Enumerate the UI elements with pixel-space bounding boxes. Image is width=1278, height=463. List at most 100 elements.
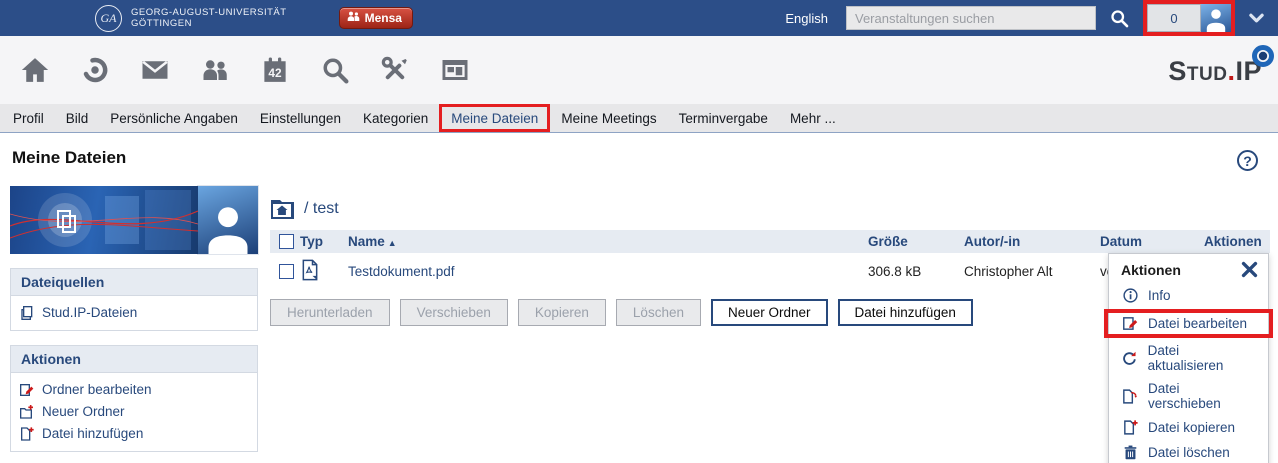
calendar-number: 42 [268, 66, 282, 80]
folder-edit-icon [19, 382, 35, 398]
file-edit-icon [1122, 315, 1139, 332]
profile-avatar [198, 186, 258, 254]
tab-einstellungen[interactable]: Einstellungen [249, 104, 352, 132]
notification-counter[interactable]: 0 [1147, 4, 1201, 32]
studip-logo-prefix: Stud [1168, 56, 1227, 86]
nav-tools-button[interactable] [365, 36, 425, 104]
studip-spiral-icon [1250, 43, 1276, 69]
mail-icon [140, 55, 170, 85]
file-size-cell: 306.8 kB [868, 264, 964, 279]
close-menu-button[interactable] [1241, 261, 1258, 278]
person-icon [1203, 6, 1229, 32]
column-typ[interactable]: Typ [300, 234, 348, 249]
file-add-icon [19, 426, 35, 442]
profile-tab-bar: Profil Bild Persönliche Angaben Einstell… [0, 104, 1278, 133]
university-seal-logo: GA [95, 5, 122, 32]
nav-community-button[interactable] [185, 36, 245, 104]
select-all-checkbox[interactable] [279, 234, 294, 249]
menu-item-label: Datei löschen [1148, 445, 1230, 460]
folder-add-icon [19, 404, 35, 420]
menu-item-info[interactable]: Info [1109, 283, 1268, 308]
copy-button[interactable]: Kopieren [518, 299, 606, 326]
column-name-label: Name [348, 234, 385, 249]
main-navigation-bar: 42 Stud.IP [0, 36, 1278, 104]
tab-meine-meetings[interactable]: Meine Meetings [550, 104, 667, 132]
annotation-box-user-area: 0 [1143, 0, 1235, 36]
search-input[interactable] [846, 6, 1096, 30]
person-icon [202, 202, 254, 254]
tab-kategorien[interactable]: Kategorien [352, 104, 439, 132]
sidebar-section-title: Dateiquellen [11, 269, 257, 296]
menu-item-label: Datei aktualisieren [1148, 343, 1256, 373]
tab-persoenliche-angaben[interactable]: Persönliche Angaben [99, 104, 249, 132]
home-folder-icon[interactable] [270, 198, 296, 220]
column-autor[interactable]: Autor/-in [964, 234, 1100, 249]
sidebar-item-label: Stud.IP-Dateien [42, 302, 137, 324]
course-spiral-icon [80, 55, 110, 85]
column-groesse[interactable]: Größe [868, 234, 964, 249]
column-aktionen: Aktionen [1204, 234, 1274, 249]
menu-item-datei-verschieben[interactable]: Datei verschieben [1109, 377, 1268, 415]
move-button[interactable]: Verschieben [400, 299, 508, 326]
sidebar-item-label: Neuer Ordner [42, 401, 125, 423]
sidebar-item-label: Ordner bearbeiten [42, 379, 152, 401]
tab-bild[interactable]: Bild [55, 104, 100, 132]
sort-asc-icon: ▲ [388, 238, 397, 248]
menu-item-datei-bearbeiten[interactable]: Datei bearbeiten [1104, 309, 1273, 338]
file-name-link[interactable]: Testdokument.pdf [348, 264, 868, 279]
download-button[interactable]: Herunterladen [270, 299, 390, 326]
tab-terminvergabe[interactable]: Terminvergabe [668, 104, 779, 132]
add-file-button[interactable]: Datei hinzufügen [838, 299, 973, 326]
sidebar-item-datei-hinzufuegen[interactable]: Datei hinzufügen [19, 423, 249, 445]
community-icon [200, 55, 230, 85]
file-move-icon [1121, 388, 1138, 405]
language-switch-link[interactable]: English [785, 11, 828, 26]
university-name: GEORG-AUGUST-UNIVERSITÄT GÖTTINGEN [131, 7, 287, 29]
banner-decoration [10, 186, 198, 254]
sidebar-item-ordner-bearbeiten[interactable]: Ordner bearbeiten [19, 379, 249, 401]
delete-button[interactable]: Löschen [616, 299, 701, 326]
breadcrumb-path[interactable]: / test [304, 200, 339, 218]
nav-home-button[interactable] [5, 36, 65, 104]
pdf-icon [300, 259, 320, 281]
breadcrumb: / test [270, 196, 1270, 222]
mensa-button[interactable]: Mensa [339, 7, 413, 29]
close-icon [1241, 261, 1258, 278]
studip-logo: Stud.IP [1168, 56, 1262, 87]
nav-bulletin-board-button[interactable] [425, 36, 485, 104]
topbar-menu-toggle[interactable] [1249, 13, 1264, 24]
user-avatar[interactable] [1201, 4, 1231, 32]
schedule-icon: 42 [260, 55, 290, 85]
menu-item-datei-kopieren[interactable]: Datei kopieren [1109, 415, 1268, 440]
column-name[interactable]: Name▲ [348, 234, 868, 249]
chevron-down-icon [1249, 13, 1264, 24]
refresh-icon [1121, 350, 1138, 367]
nav-courses-button[interactable] [65, 36, 125, 104]
sidebar: Dateiquellen Stud.IP-Dateien Aktionen Or… [10, 186, 258, 463]
file-author-cell[interactable]: Christopher Alt [964, 264, 1100, 279]
sidebar-item-studip-dateien[interactable]: Stud.IP-Dateien [19, 302, 249, 324]
help-button[interactable]: ? [1237, 150, 1258, 171]
file-type-cell [300, 259, 348, 284]
bulletin-board-icon [440, 55, 470, 85]
row-checkbox[interactable] [279, 264, 294, 279]
nav-search-button[interactable] [305, 36, 365, 104]
actions-dropdown-menu: Aktionen Info Datei bearbeiten Datei akt… [1108, 253, 1269, 463]
info-icon [1122, 287, 1139, 304]
nav-messages-button[interactable] [125, 36, 185, 104]
tab-mehr[interactable]: Mehr ... [779, 104, 847, 132]
nav-schedule-button[interactable]: 42 [245, 36, 305, 104]
sidebar-item-neuer-ordner[interactable]: Neuer Ordner [19, 401, 249, 423]
tab-meine-dateien[interactable]: Meine Dateien [439, 104, 550, 132]
files-icon [19, 305, 35, 321]
column-datum[interactable]: Datum [1100, 234, 1204, 249]
tab-profil[interactable]: Profil [2, 104, 55, 132]
menu-item-datei-aktualisieren[interactable]: Datei aktualisieren [1109, 339, 1268, 377]
search-button[interactable] [1109, 8, 1130, 29]
new-folder-button[interactable]: Neuer Ordner [711, 299, 828, 326]
sidebar-section-title: Aktionen [11, 346, 257, 373]
page-title: Meine Dateien [12, 148, 126, 168]
menu-item-datei-loeschen[interactable]: Datei löschen [1109, 440, 1268, 463]
menu-item-label: Datei bearbeiten [1148, 316, 1247, 331]
tools-icon [380, 55, 410, 85]
